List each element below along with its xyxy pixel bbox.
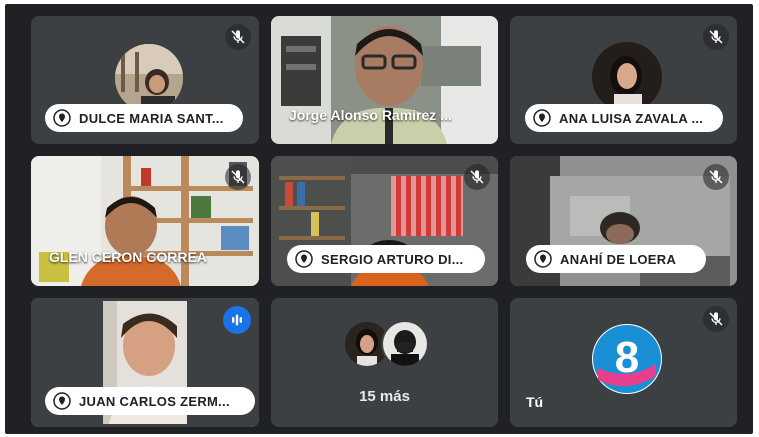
pin-icon bbox=[53, 109, 71, 127]
mic-off-icon bbox=[703, 164, 729, 190]
self-label: Tú bbox=[526, 394, 544, 410]
participant-tile-glen[interactable]: GLEN CERON CORREA bbox=[31, 156, 259, 286]
logo-number: 8 bbox=[615, 333, 639, 382]
participant-avatar bbox=[381, 320, 429, 368]
self-tile[interactable]: 8 Tú bbox=[510, 298, 737, 427]
participant-tile-juan-carlos[interactable]: JUAN CARLOS ZERM... bbox=[31, 298, 259, 427]
participant-name: GLEN CERON CORREA bbox=[49, 249, 207, 265]
mic-off-icon bbox=[464, 164, 490, 190]
pin-icon bbox=[534, 250, 552, 268]
participant-tile-dulce[interactable]: DULCE MARIA SANT... bbox=[31, 16, 259, 144]
participant-tile-anahi[interactable]: ANAHÍ DE LOERA bbox=[510, 156, 737, 286]
participant-name: SERGIO ARTURO DI... bbox=[321, 251, 464, 267]
participant-name-pill: ANAHÍ DE LOERA bbox=[526, 245, 706, 273]
participant-avatar bbox=[592, 42, 662, 112]
participant-video bbox=[271, 16, 498, 144]
pin-icon bbox=[295, 250, 313, 268]
participant-name: JUAN CARLOS ZERM... bbox=[79, 393, 230, 409]
participant-name: ANAHÍ DE LOERA bbox=[560, 251, 677, 267]
more-participants-count: 15 más bbox=[359, 388, 410, 405]
audio-level-icon bbox=[223, 306, 251, 334]
participant-name-pill: JUAN CARLOS ZERM... bbox=[45, 387, 255, 415]
participant-name: Jorge Alonso Ramirez ... bbox=[289, 107, 452, 123]
participant-tile-jorge[interactable]: Jorge Alonso Ramirez ... bbox=[271, 16, 498, 144]
self-avatar-logo: 8 bbox=[592, 324, 662, 394]
meeting-grid: DULCE MARIA SANT... Jorge Alonso Ramirez… bbox=[5, 4, 753, 434]
participant-name: DULCE MARIA SANT... bbox=[79, 110, 224, 126]
participant-tile-ana-luisa[interactable]: ANA LUISA ZAVALA ... bbox=[510, 16, 737, 144]
pin-icon bbox=[533, 109, 551, 127]
participant-name-pill: DULCE MARIA SANT... bbox=[45, 104, 243, 132]
participant-name-pill: SERGIO ARTURO DI... bbox=[287, 245, 485, 273]
mic-off-icon bbox=[225, 164, 251, 190]
participant-avatar bbox=[115, 44, 183, 112]
pin-icon bbox=[53, 392, 71, 410]
participant-name: ANA LUISA ZAVALA ... bbox=[559, 110, 704, 126]
participant-tile-sergio[interactable]: SERGIO ARTURO DI... bbox=[271, 156, 498, 286]
more-participants-tile[interactable]: 15 más bbox=[271, 298, 498, 427]
mic-off-icon bbox=[703, 306, 729, 332]
mic-off-icon bbox=[225, 24, 251, 50]
participant-name-pill: ANA LUISA ZAVALA ... bbox=[525, 104, 723, 132]
mic-off-icon bbox=[703, 24, 729, 50]
